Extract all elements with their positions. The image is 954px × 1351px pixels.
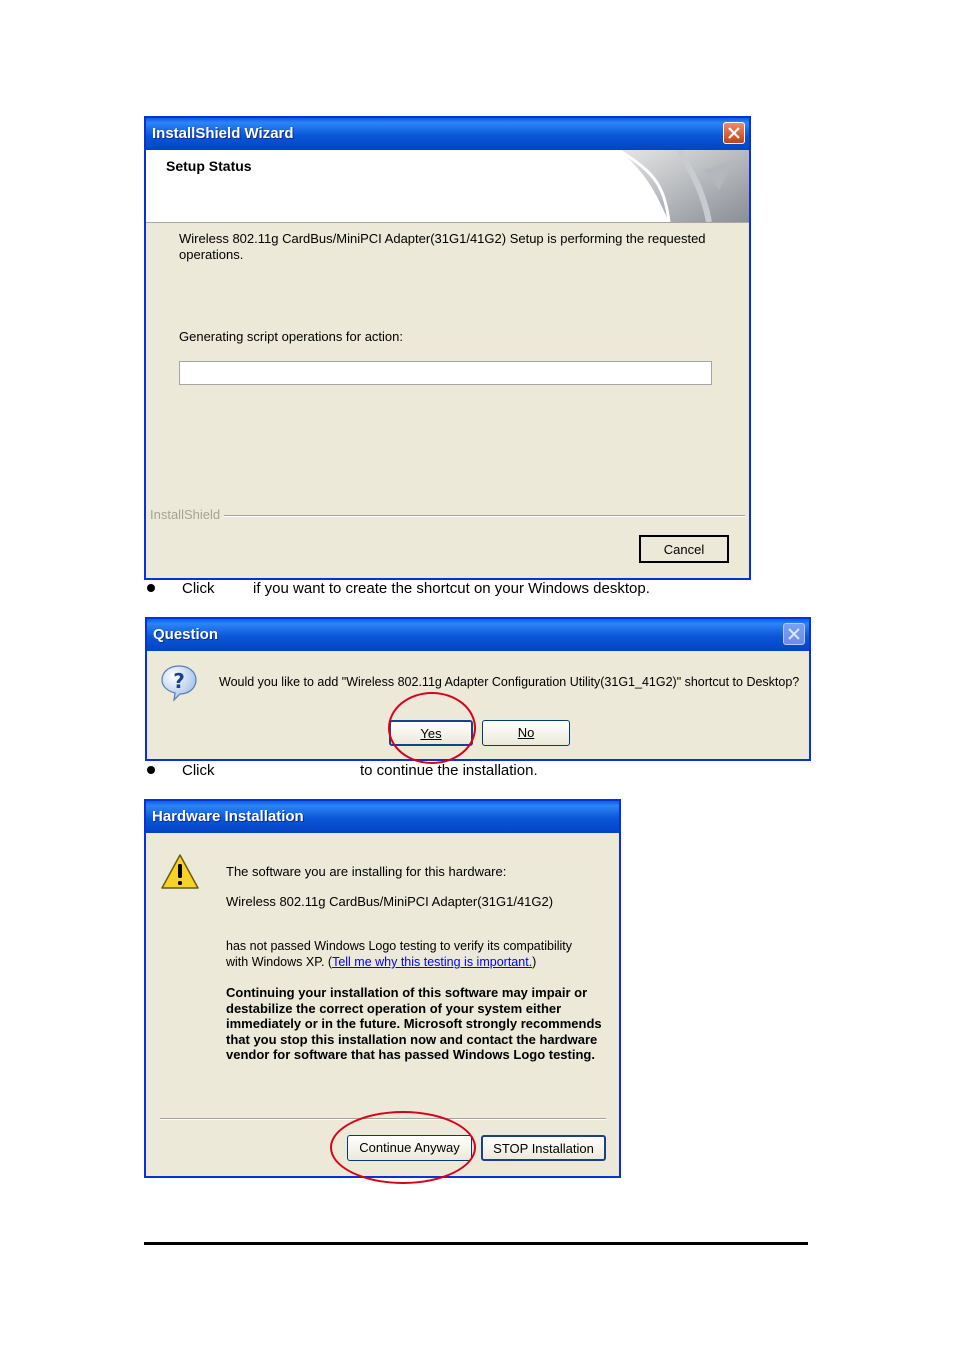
close-icon: [728, 127, 740, 139]
no-button[interactable]: No: [482, 720, 570, 746]
hardware-titlebar: Hardware Installation: [146, 801, 619, 833]
warning-icon: [161, 854, 199, 889]
header-title: Setup Status: [166, 158, 252, 174]
question-message: Would you like to add "Wireless 802.11g …: [219, 675, 800, 689]
question-icon: ?: [161, 665, 197, 702]
footer-rule: [144, 1242, 808, 1245]
installshield-titlebar: InstallShield Wizard: [146, 118, 749, 150]
step2-click-label: Click: [182, 762, 215, 779]
question-title: Question: [153, 626, 219, 643]
logo-testing-line1: has not passed Windows Logo testing to v…: [226, 939, 573, 953]
warning-text: Continuing your installation of this sof…: [226, 985, 602, 1063]
yes-highlight-circle: [388, 692, 476, 764]
question-window: Question ? Would you like to add "Wirele…: [145, 617, 811, 761]
step1-click-label: Click: [182, 580, 215, 597]
no-button-label: No: [517, 725, 535, 740]
setup-message: Wireless 802.11g CardBus/MiniPCI Adapter…: [179, 231, 706, 262]
bullet-icon: [147, 584, 155, 592]
cancel-button-label: Cancel: [663, 542, 705, 557]
bullet-icon: [147, 766, 155, 774]
installshield-banner-graphic: [609, 150, 749, 222]
wizard-header: Setup Status: [146, 150, 749, 223]
progress-bar: [179, 361, 712, 385]
continue-highlight-circle: [330, 1111, 476, 1184]
cancel-button[interactable]: Cancel: [639, 535, 729, 563]
logo-testing-prefix: with Windows XP. (: [226, 955, 333, 969]
hardware-title: Hardware Installation: [152, 808, 304, 825]
step2-instruction: to continue the installation.: [360, 762, 538, 779]
question-titlebar: Question: [147, 619, 809, 651]
installshield-title: InstallShield Wizard: [152, 125, 294, 142]
svg-text:?: ?: [173, 669, 185, 693]
stop-installation-button[interactable]: STOP Installation: [481, 1135, 606, 1161]
close-button: [783, 623, 805, 645]
status-label: Generating script operations for action:: [179, 329, 404, 344]
close-button[interactable]: [723, 122, 745, 144]
close-icon: [788, 628, 800, 640]
device-name: Wireless 802.11g CardBus/MiniPCI Adapter…: [226, 894, 554, 909]
stop-installation-label: STOP Installation: [493, 1141, 594, 1156]
logo-testing-line2: with Windows XP. (Tell me why this testi…: [226, 955, 536, 969]
step1-instruction: if you want to create the shortcut on yo…: [253, 580, 650, 597]
installshield-brand: InstallShield: [150, 507, 225, 522]
brand-divider: [150, 515, 745, 517]
why-testing-link[interactable]: Tell me why this testing is important.: [332, 955, 532, 969]
hardware-line1: The software you are installing for this…: [226, 864, 507, 879]
logo-testing-suffix: ): [532, 955, 537, 969]
installshield-window: InstallShield Wizard Setup Status Wirele…: [144, 116, 751, 580]
